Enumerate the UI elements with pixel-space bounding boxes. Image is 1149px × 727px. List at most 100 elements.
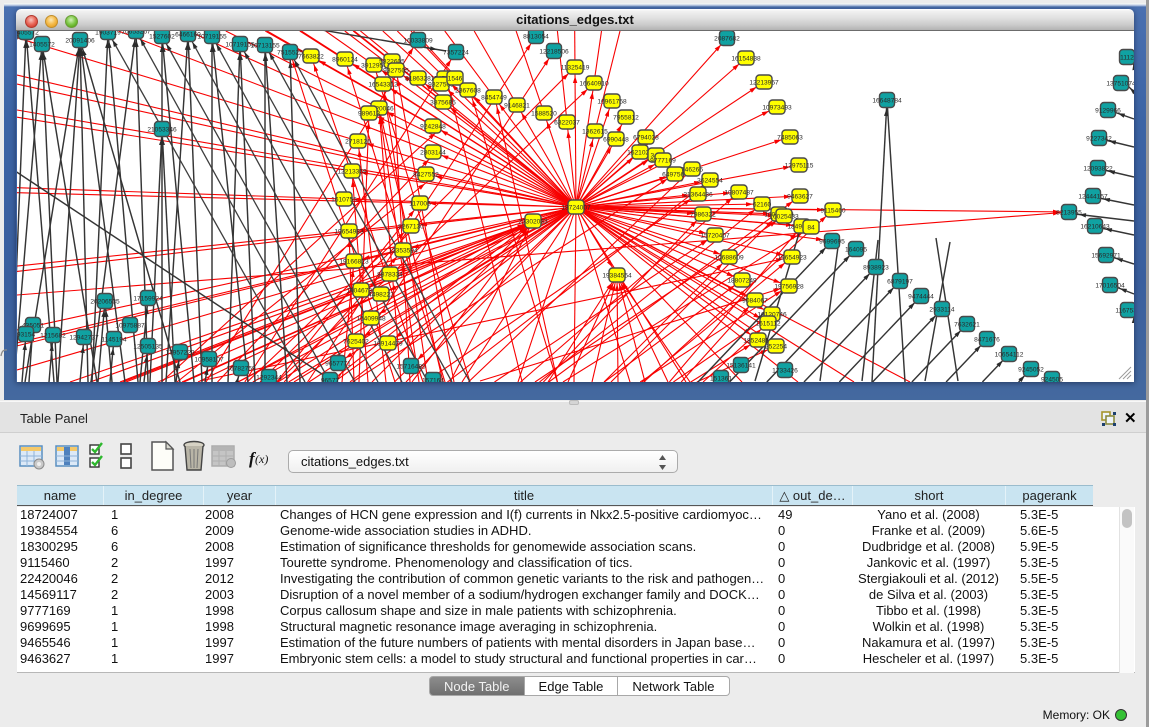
svg-text:21053346: 21053346 [147, 127, 177, 134]
svg-text:4498222: 4498222 [368, 292, 394, 299]
svg-text:1610755: 1610755 [331, 197, 357, 204]
svg-text:93154: 93154 [17, 332, 35, 339]
svg-text:1292344: 1292344 [256, 375, 282, 382]
svg-text:7986322: 7986322 [690, 212, 716, 219]
svg-text:18807249: 18807249 [727, 278, 757, 285]
svg-text:151361: 151361 [710, 376, 732, 383]
svg-text:62160: 62160 [753, 202, 772, 209]
svg-text:19756928: 19756928 [774, 284, 804, 291]
svg-text:10719155: 10719155 [197, 34, 227, 41]
svg-text:16640910: 16640910 [579, 81, 609, 88]
svg-text:8213955: 8213955 [1056, 210, 1082, 217]
svg-text:19654983: 19654983 [334, 229, 364, 236]
svg-text:9227342: 9227342 [1086, 136, 1112, 143]
svg-text:16648784: 16648784 [872, 98, 902, 105]
svg-text:8878334: 8878334 [377, 272, 403, 279]
svg-text:1362615: 1362615 [582, 129, 608, 136]
svg-text:9129966: 9129966 [1095, 108, 1121, 115]
svg-text:924505: 924505 [1041, 377, 1063, 383]
svg-text:10654112: 10654112 [995, 352, 1024, 359]
svg-text:84: 84 [807, 225, 815, 232]
svg-text:21364436: 21364436 [683, 192, 713, 199]
svg-text:10973493: 10973493 [762, 105, 792, 112]
svg-text:157164: 157164 [422, 378, 444, 383]
svg-text:3875685: 3875685 [430, 100, 456, 107]
svg-text:1405572: 1405572 [17, 31, 39, 37]
svg-text:6990448: 6990448 [603, 137, 629, 144]
svg-text:1588520: 1588520 [531, 111, 557, 118]
svg-text:9657771: 9657771 [325, 361, 351, 368]
svg-text:6794028: 6794028 [633, 135, 659, 142]
svg-text:8813054: 8813054 [523, 34, 549, 41]
svg-text:16782759: 16782759 [226, 366, 256, 373]
svg-text:1546: 1546 [448, 76, 463, 83]
svg-text:15136141: 15136141 [726, 363, 756, 370]
svg-text:12975115: 12975115 [785, 163, 814, 170]
svg-text:10958107: 10958107 [194, 357, 224, 364]
svg-text:12505135: 12505135 [133, 344, 163, 351]
svg-text:3624554: 3624554 [697, 178, 723, 185]
svg-text:2718126: 2718126 [345, 139, 371, 146]
svg-text:1215682: 1215682 [40, 333, 66, 340]
svg-text:1112: 1112 [1120, 55, 1134, 62]
svg-text:15716485: 15716485 [396, 364, 426, 371]
svg-text:12444157: 12444157 [1078, 194, 1108, 201]
svg-text:8471676: 8471676 [974, 337, 1000, 344]
svg-text:19384554: 19384554 [602, 273, 632, 280]
svg-text:96577: 96577 [321, 378, 340, 383]
svg-text:9084067: 9084067 [742, 298, 768, 305]
svg-text:15692971: 15692971 [1091, 253, 1121, 260]
svg-text:1405572: 1405572 [29, 42, 55, 49]
svg-text:252254: 252254 [765, 344, 787, 351]
svg-text:117006: 117006 [409, 201, 431, 208]
svg-text:18724007: 18724007 [561, 205, 591, 212]
svg-text:1145194: 1145194 [101, 337, 127, 344]
svg-text:13751074: 13751074 [1106, 81, 1134, 88]
svg-text:16713155: 16713155 [250, 43, 280, 50]
svg-text:10807487: 10807487 [724, 190, 754, 197]
svg-text:9463627: 9463627 [787, 194, 813, 201]
svg-text:16154838: 16154838 [731, 56, 761, 63]
svg-text:1615112: 1615112 [755, 321, 781, 328]
svg-text:1527602: 1527602 [149, 34, 175, 41]
svg-text:6879197: 6879197 [887, 279, 913, 286]
svg-text:8960124: 8960124 [332, 57, 358, 64]
svg-text:19654923: 19654923 [777, 255, 807, 262]
svg-text:15720407: 15720407 [700, 233, 730, 240]
svg-text:9115460: 9115460 [820, 208, 846, 215]
svg-text:8938923: 8938923 [863, 265, 889, 272]
svg-text:8454749: 8454749 [481, 95, 507, 102]
svg-text:2933114: 2933114 [929, 307, 955, 314]
svg-text:12213967: 12213967 [749, 80, 779, 87]
svg-text:2087682: 2087682 [714, 36, 740, 43]
svg-text:1167534: 1167534 [1115, 308, 1134, 315]
svg-text:12218506: 12218506 [539, 49, 569, 56]
svg-text:12213369: 12213369 [337, 169, 367, 176]
svg-text:6322037: 6322037 [554, 120, 580, 127]
svg-text:164095: 164095 [845, 247, 867, 254]
svg-text:2367608: 2367608 [455, 88, 481, 95]
svg-text:1733426: 1733426 [772, 368, 798, 375]
svg-text:9146821: 9146821 [504, 103, 530, 110]
svg-text:8267130: 8267130 [398, 224, 424, 231]
svg-text:16961758: 16961758 [597, 99, 627, 106]
svg-text:16543312: 16543312 [368, 82, 398, 89]
svg-text:7625402: 7625402 [343, 339, 369, 346]
svg-text:8427552: 8427552 [413, 172, 439, 179]
svg-text:17016504: 17016504 [1095, 283, 1125, 290]
svg-text:16033809: 16033809 [403, 38, 433, 45]
svg-text:17159924: 17159924 [133, 296, 163, 303]
svg-text:19166823: 19166823 [339, 259, 369, 266]
svg-text:1903719: 1903719 [95, 31, 121, 37]
svg-text:9474444: 9474444 [908, 294, 934, 301]
svg-text:10975887: 10975887 [115, 323, 145, 330]
svg-text:9777169: 9777169 [650, 158, 676, 165]
svg-text:9242848: 9242848 [420, 124, 446, 131]
svg-text:11325419: 11325419 [561, 65, 590, 72]
svg-text:16210643: 16210643 [1080, 224, 1110, 231]
svg-text:2803144: 2803144 [420, 150, 446, 157]
svg-text:12942737: 12942737 [69, 335, 99, 342]
svg-text:20091406: 20091406 [65, 38, 95, 45]
svg-text:12093822: 12093822 [1083, 166, 1113, 173]
svg-text:12353594: 12353594 [388, 248, 418, 255]
